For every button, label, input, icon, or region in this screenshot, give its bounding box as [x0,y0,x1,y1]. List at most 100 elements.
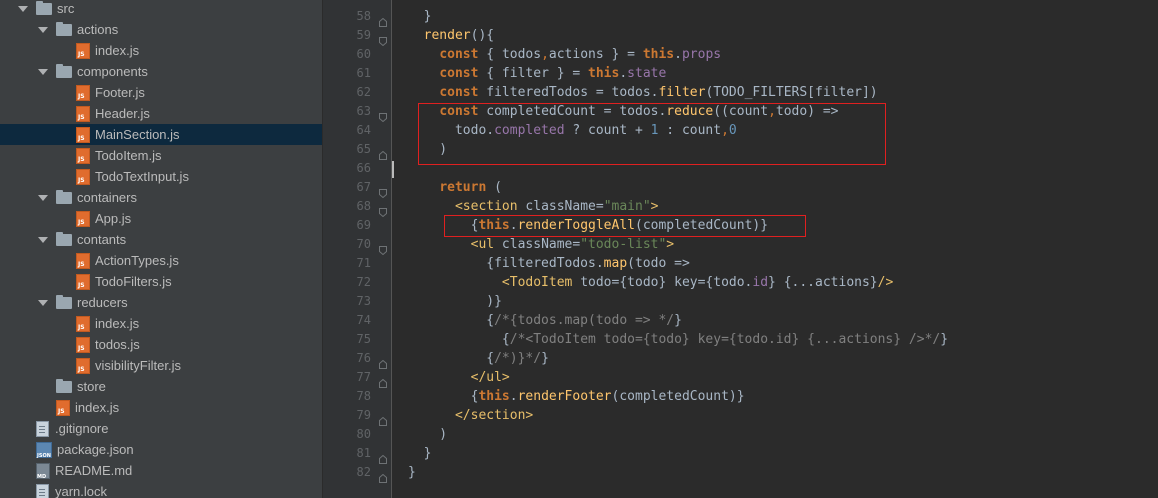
code-editor[interactable]: } render(){ const { todos,actions } = th… [392,0,1158,498]
code-line: {this.renderToggleAll(completedCount)} [408,218,769,233]
tree-file-index-js[interactable]: JS index.js [0,397,322,418]
line-number: 76 [356,351,371,365]
code-line: </section> [454,408,534,423]
tree-file-actiontypes-js[interactable]: JS ActionTypes.js [0,250,322,271]
tree-item-label: Header.js [95,106,150,121]
code-line: {/*<TodoItem todo={todo} key={todo.id} {… [408,332,949,347]
line-number: 73 [356,294,371,308]
line-number: 59 [356,28,371,42]
code-line: {filteredTodos.map(todo => [408,256,690,271]
fold-marker-icon[interactable] [379,12,387,27]
line-number: 81 [356,446,371,460]
code-line: const completedCount = todos.reduce((cou… [439,104,839,119]
fold-marker-icon[interactable] [379,468,387,483]
js-file-icon: JS [76,105,90,122]
js-file-icon: JS [76,336,90,353]
project-tree: src actions JS index.js components JS Footer.j… [0,0,322,498]
tree-item-label: README.md [55,463,133,478]
code-line: const { todos,actions } = this.props [439,47,722,62]
tree-file-mainsection-js[interactable]: JS MainSection.js [0,124,322,145]
tree-file-todotextinput-js[interactable]: JS TodoTextInput.js [0,166,322,187]
tree-folder-containers[interactable]: containers [0,187,322,208]
code-line: render(){ [423,28,495,43]
line-number: 62 [356,85,371,99]
chevron-down-icon[interactable] [38,229,48,250]
fold-marker-icon[interactable] [379,31,387,47]
js-file-icon: JS [76,357,90,374]
code-line: </ul> [470,370,510,385]
tree-folder-src[interactable]: src [0,0,322,19]
chevron-right-icon[interactable] [38,376,48,397]
code-line: ) [408,142,448,157]
line-number: 75 [356,332,371,346]
tree-item-label: actions [77,22,119,37]
chevron-down-icon[interactable] [38,187,48,208]
tree-file-header-js[interactable]: JS Header.js [0,103,322,124]
js-file-icon: JS [76,210,90,227]
tree-folder-reducers[interactable]: reducers [0,292,322,313]
tree-item-label: todos.js [95,337,140,352]
tree-item-label: Footer.js [95,85,145,100]
code-line: } [408,465,416,480]
chevron-down-icon[interactable] [38,292,48,313]
tree-item-label: contants [77,232,127,247]
tree-folder-contants[interactable]: contants [0,229,322,250]
tree-folder-components[interactable]: components [0,61,322,82]
line-number: 72 [356,275,371,289]
code-line: return ( [439,180,502,195]
line-number: 69 [356,218,371,232]
tree-file-todoitem-js[interactable]: JS TodoItem.js [0,145,322,166]
code-line: const filteredTodos = todos.filter(TODO_… [439,85,878,100]
tree-item-label: MainSection.js [95,127,180,142]
js-file-icon: JS [76,84,90,101]
js-file-icon: JS [76,273,90,290]
line-number: 78 [356,389,371,403]
tree-file-yarn-lock[interactable]: yarn.lock [0,481,322,498]
tree-file-index-js[interactable]: JS index.js [0,313,322,334]
tree-file-readme-md[interactable]: MD README.md [0,460,322,481]
line-number: 61 [356,66,371,80]
code-line: todo.completed ? count + 1 : count,0 [408,123,737,138]
chevron-down-icon[interactable] [38,19,48,40]
chevron-down-icon[interactable] [38,61,48,82]
fold-marker-icon[interactable] [379,183,387,199]
code-line: ) [408,427,448,442]
line-number: 66 [356,161,371,175]
tree-folder-actions[interactable]: actions [0,19,322,40]
line-number: 80 [356,427,371,441]
line-number: 64 [356,123,371,137]
tree-file-todofilters-js[interactable]: JS TodoFilters.js [0,271,322,292]
fold-marker-icon[interactable] [379,240,387,256]
tree-item-label: TodoTextInput.js [95,169,189,184]
code-line: } [408,446,432,461]
tree-folder-store[interactable]: store [0,376,322,397]
line-number: 74 [356,313,371,327]
tree-file-todos-js[interactable]: JS todos.js [0,334,322,355]
fold-marker-icon[interactable] [379,145,387,160]
chevron-down-icon[interactable] [18,0,28,19]
code-line: } [408,9,432,24]
fold-marker-icon[interactable] [379,373,387,388]
tree-file-index-js[interactable]: JS index.js [0,40,322,61]
tree-file-app-js[interactable]: JS App.js [0,208,322,229]
code-line: <TodoItem todo={todo} key={todo.id} {...… [501,275,894,290]
tree-file-package-json[interactable]: JSON package.json [0,439,322,460]
tree-file-visibilityfilter-js[interactable]: JS visibilityFilter.js [0,355,322,376]
js-file-icon: JS [76,147,90,164]
tree-file--gitignore[interactable]: .gitignore [0,418,322,439]
folder-icon [56,231,72,246]
fold-marker-icon[interactable] [379,449,387,464]
tree-item-label: TodoFilters.js [95,274,172,289]
js-file-icon: JS [76,42,90,59]
folder-icon [56,294,72,309]
text-file-icon [36,420,49,437]
editor-gutter: 58 59 60 61 62 63 64 65 66 67 68 69 70 71 72 73 74 75 76 77… [323,0,392,498]
line-number: 58 [356,9,371,23]
fold-marker-icon[interactable] [379,411,387,426]
js-file-icon: JS [76,315,90,332]
fold-marker-icon[interactable] [379,354,387,369]
fold-marker-icon[interactable] [379,202,387,218]
tree-file-footer-js[interactable]: JS Footer.js [0,82,322,103]
js-file-icon: JS [56,399,70,416]
fold-marker-icon[interactable] [379,107,387,123]
